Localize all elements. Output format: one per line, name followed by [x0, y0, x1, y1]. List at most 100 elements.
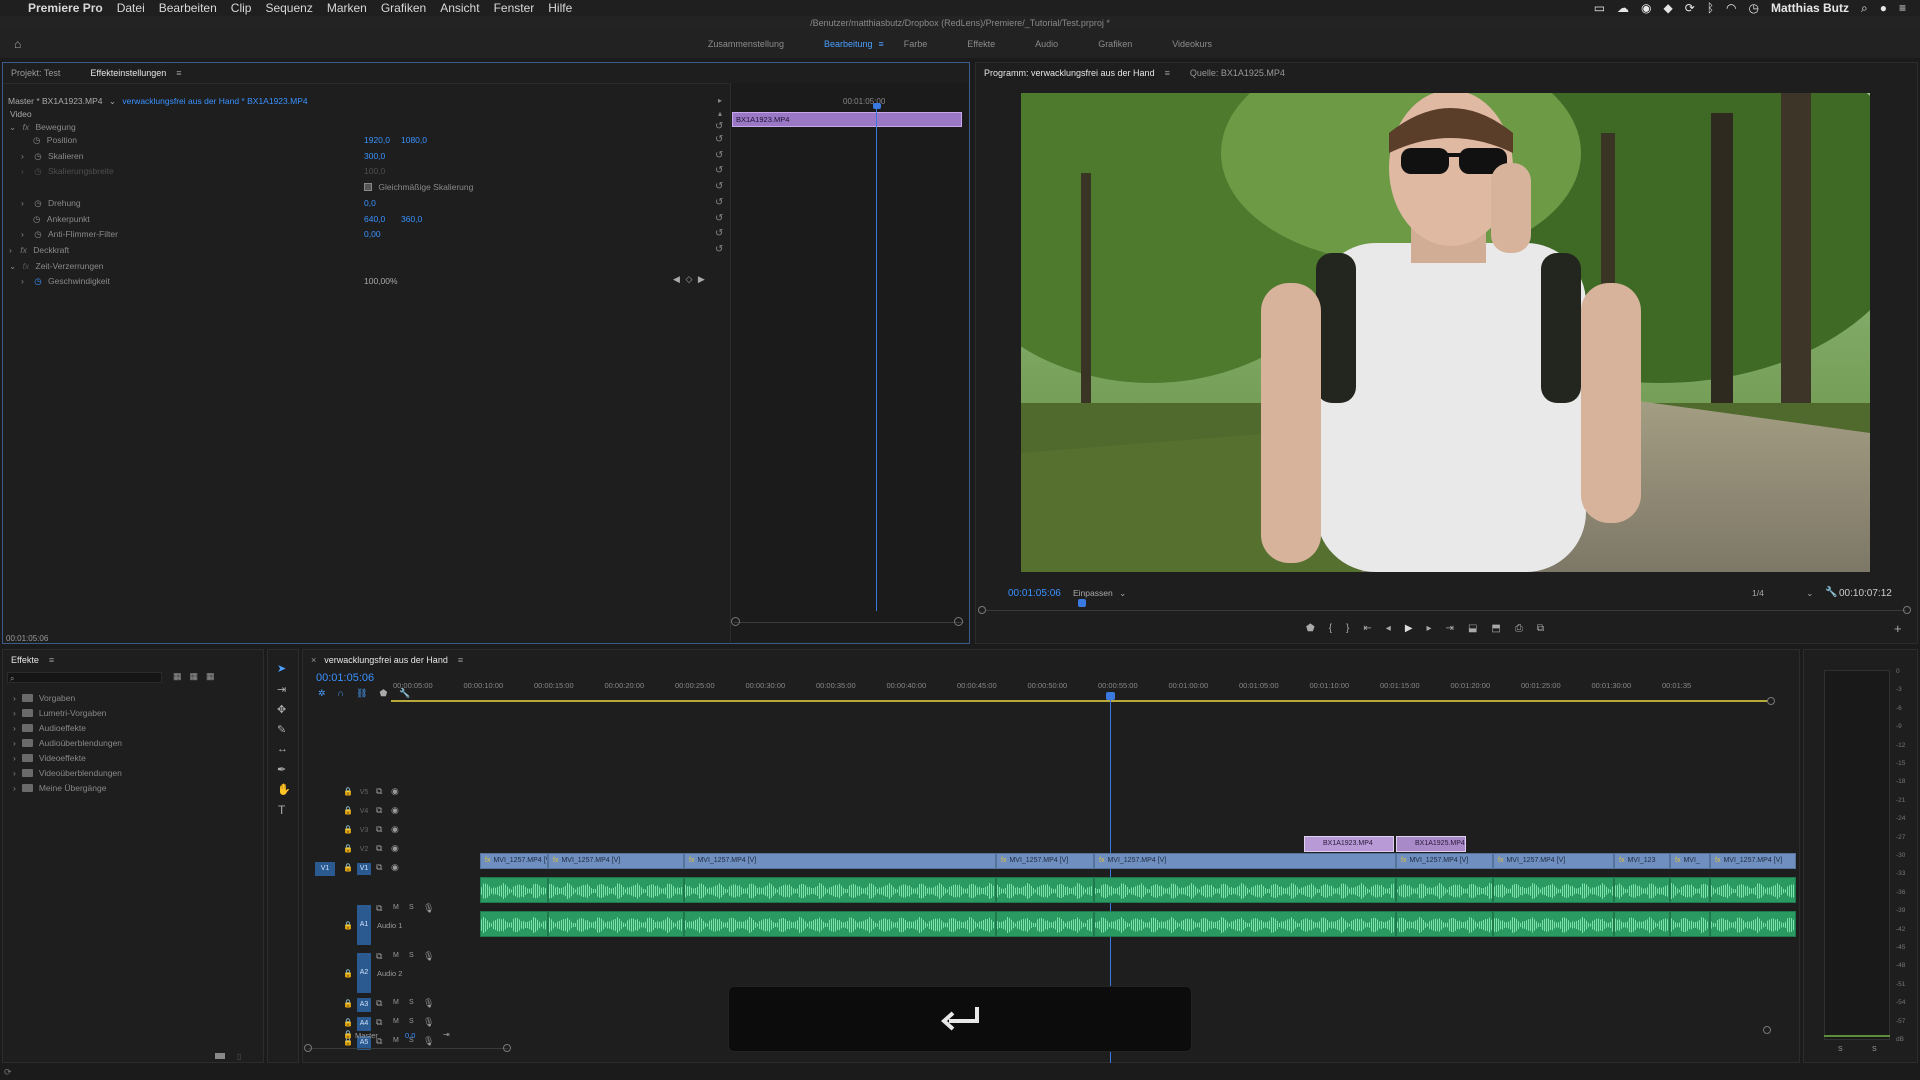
audio-clip[interactable] [1493, 911, 1614, 937]
reset-icon[interactable]: ↺ [715, 181, 723, 192]
extract-icon[interactable]: ⬒ [1491, 623, 1500, 634]
next-keyframe-icon[interactable]: ▶ [698, 274, 705, 284]
lock-icon[interactable]: 🔒 [343, 921, 353, 930]
track-target[interactable]: A2 [357, 953, 371, 993]
eye-icon[interactable]: ◉ [391, 786, 399, 797]
speed-value[interactable]: 100,00% [364, 276, 424, 289]
accelerated-effects-icon[interactable]: ▦ [173, 671, 182, 682]
v1-clip[interactable]: fx MVI_1257.MP4 [V] [1493, 853, 1614, 869]
toggle-sync-lock-icon[interactable]: ⧉ [376, 862, 382, 873]
microphone-icon[interactable]: 🎙 [423, 903, 434, 914]
siri-icon[interactable]: ● [1880, 1, 1887, 15]
toggle-sync-lock-icon[interactable]: ⧉ [376, 998, 382, 1009]
audio-clip[interactable] [1614, 911, 1670, 937]
effects-item[interactable]: › Meine Übergänge [13, 783, 106, 793]
v1-clip[interactable]: fx MVI_1257.MP4 [V] [1094, 853, 1396, 869]
workspace-effekte[interactable]: Effekte [967, 39, 995, 49]
step-forward-icon[interactable]: ▸ [1427, 623, 1432, 634]
go-to-end-icon[interactable]: ⇥ [443, 1030, 450, 1039]
razor-tool-icon[interactable]: ✎ [277, 723, 286, 736]
status-indicator-icon[interactable]: ⟳ [4, 1067, 12, 1078]
reset-icon[interactable]: ↺ [715, 165, 723, 176]
workspace-videokurs[interactable]: Videokurs [1172, 39, 1212, 49]
effects-item[interactable]: › Vorgaben [13, 693, 75, 703]
fit-dropdown[interactable]: Einpassen ⌄ [1073, 588, 1126, 599]
v1-clip[interactable]: fx MVI_1257.MP4 [V] [684, 853, 996, 869]
list-icon[interactable]: ≡ [1899, 1, 1906, 15]
chevron-right-icon[interactable]: › [21, 151, 24, 161]
menu-datei[interactable]: Datei [117, 1, 145, 15]
tab-sequence[interactable]: verwacklungsfrei aus der Hand [324, 655, 448, 665]
add-marker-icon[interactable]: ⬟ [1306, 623, 1315, 634]
mini-playhead[interactable] [876, 107, 877, 611]
audio-clip[interactable] [1670, 877, 1710, 903]
audio-clip[interactable] [1396, 877, 1493, 903]
v1-clip[interactable]: fx MVI_123 [1614, 853, 1670, 869]
rotation-value[interactable]: 0,0 [364, 198, 404, 211]
chevron-right-icon[interactable]: › [21, 229, 24, 239]
cloud-icon[interactable]: ☁ [1617, 1, 1629, 15]
toggle-sync-lock-icon[interactable]: ⧉ [376, 805, 382, 816]
lock-icon[interactable]: 🔒 [343, 787, 353, 796]
toggle-sync-lock-icon[interactable]: ⧉ [376, 786, 382, 797]
lift-icon[interactable]: ⬓ [1468, 623, 1477, 634]
stopwatch-active-icon[interactable]: ◷ [34, 276, 41, 286]
chevron-down-icon[interactable]: ⌄ [109, 96, 116, 106]
solo-button[interactable]: S [409, 904, 414, 911]
program-playhead[interactable] [1078, 599, 1086, 607]
audio-clip[interactable] [548, 911, 684, 937]
chevron-right-icon[interactable]: › [21, 276, 24, 286]
eye-icon[interactable]: ◉ [1641, 1, 1651, 15]
track-target[interactable]: V5 [357, 787, 371, 799]
menu-grafiken[interactable]: Grafiken [381, 1, 426, 15]
app-menu[interactable]: Premiere Pro [28, 1, 103, 15]
tab-program[interactable]: Programm: verwacklungsfrei aus der Hand [984, 68, 1155, 78]
toggle-sync-lock-icon[interactable]: ⧉ [376, 824, 382, 835]
audio-clip[interactable] [548, 877, 684, 903]
snap-icon[interactable]: ∩ [338, 688, 344, 699]
mute-button[interactable]: M [393, 999, 399, 1006]
panel-menu-icon[interactable]: ≡ [1165, 68, 1170, 78]
stopwatch-icon[interactable]: ◷ [33, 214, 40, 224]
comparison-view-icon[interactable]: ⧉ [1537, 623, 1544, 634]
solo-left-button[interactable]: S [1838, 1046, 1843, 1053]
v1-clip[interactable]: fx MVI_1257.MP4 [V] [548, 853, 684, 869]
bluetooth-icon[interactable]: ᛒ [1707, 1, 1714, 15]
expand-arrow-icon[interactable]: ▸ [718, 96, 722, 105]
audio-clip[interactable] [1094, 911, 1396, 937]
effects-item[interactable]: › Audioüberblendungen [13, 738, 122, 748]
stopwatch-icon[interactable]: ◷ [34, 151, 41, 161]
step-back-icon[interactable]: ◂ [1386, 623, 1391, 634]
timeline-playhead-handle[interactable] [1106, 692, 1115, 700]
zoom-handle-right[interactable] [503, 1044, 511, 1052]
scroll-up-icon[interactable]: ▴ [718, 109, 722, 118]
workspace-bearbeitung[interactable]: Bearbeitung [824, 39, 873, 49]
audio-clip[interactable] [480, 877, 548, 903]
eye-icon[interactable]: ◉ [391, 824, 399, 835]
lock-icon[interactable]: 🔒 [343, 969, 353, 978]
lock-icon[interactable]: 🔒 [343, 999, 353, 1008]
tab-effect-controls[interactable]: Effekteinstellungen [90, 68, 166, 78]
reset-icon[interactable]: ↺ [715, 150, 723, 161]
sequence-clip-label[interactable]: verwacklungsfrei aus der Hand * BX1A1923… [122, 96, 307, 106]
effects-item[interactable]: › Videoüberblendungen [13, 768, 122, 778]
reset-icon[interactable]: ↺ [715, 134, 723, 145]
mute-button[interactable]: M [393, 904, 399, 911]
audio-clip[interactable] [1614, 877, 1670, 903]
panel-menu-icon[interactable]: ≡ [176, 68, 181, 78]
audio-clip[interactable] [1670, 911, 1710, 937]
solo-button[interactable]: S [409, 999, 414, 1006]
reset-icon[interactable]: ↺ [715, 197, 723, 208]
solo-right-button[interactable]: S [1872, 1046, 1877, 1053]
yuv-effects-icon[interactable]: ▦ [206, 671, 215, 682]
solo-button[interactable]: S [409, 1018, 414, 1025]
audio-clip[interactable] [1710, 877, 1796, 903]
video-frame[interactable] [1021, 93, 1870, 572]
track-target[interactable]: V1 [357, 863, 371, 875]
mini-timeline-clip[interactable]: BX1A1923.MP4 [732, 112, 962, 127]
zoom-handle-right[interactable] [954, 617, 963, 626]
go-to-out-icon[interactable]: ⇥ [1446, 623, 1454, 634]
panel-menu-icon[interactable]: ≡ [458, 655, 463, 665]
track-target[interactable]: V4 [357, 806, 371, 818]
scrub-handle-right[interactable] [1903, 606, 1911, 614]
